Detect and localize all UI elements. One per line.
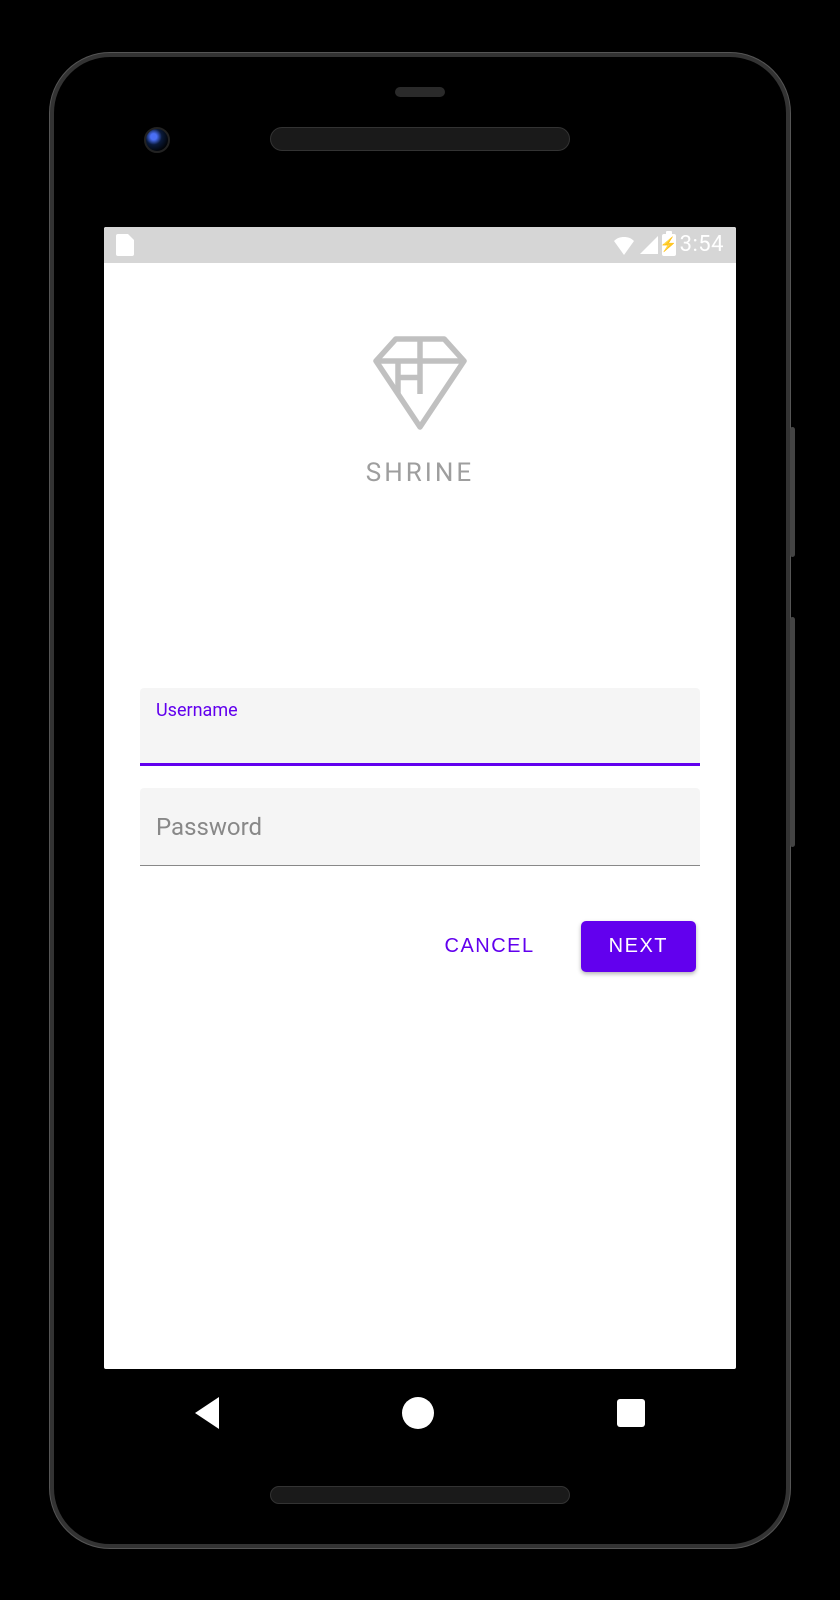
back-button-icon[interactable]: [195, 1397, 219, 1429]
status-time: 3:54: [680, 232, 724, 257]
signal-icon: [640, 236, 658, 254]
front-camera: [144, 127, 170, 153]
speaker-top: [270, 127, 570, 151]
password-placeholder: Password: [156, 813, 684, 841]
app-title: SHRINE: [366, 458, 474, 488]
status-bar: ⚡ 3:54: [104, 227, 736, 263]
button-row: CANCEL NEXT: [140, 921, 700, 972]
username-label: Username: [156, 700, 684, 721]
recent-apps-button-icon[interactable]: [617, 1399, 645, 1427]
side-button-1: [790, 427, 795, 557]
phone-frame: ⚡ 3:54 SHRINE: [50, 53, 790, 1548]
username-field[interactable]: Username: [140, 688, 700, 766]
diamond-icon: [365, 333, 475, 433]
password-field[interactable]: Password: [140, 788, 700, 866]
app-content: SHRINE Username Password CANCEL NEXT: [104, 263, 736, 1369]
next-button[interactable]: NEXT: [581, 921, 696, 972]
side-button-2: [790, 617, 795, 847]
android-nav-bar: [104, 1377, 736, 1449]
status-left: [116, 234, 134, 256]
cancel-button[interactable]: CANCEL: [417, 921, 563, 972]
battery-bolt-icon: ⚡: [660, 238, 677, 252]
login-form: Username Password CANCEL NEXT: [134, 688, 706, 972]
logo-section: SHRINE: [365, 333, 475, 488]
sd-card-icon: [116, 234, 134, 256]
screen: ⚡ 3:54 SHRINE: [104, 227, 736, 1369]
home-button-icon[interactable]: [402, 1397, 434, 1429]
wifi-icon: [612, 235, 636, 255]
username-input[interactable]: [156, 725, 684, 751]
status-right: ⚡ 3:54: [612, 232, 724, 257]
battery-icon: ⚡: [662, 234, 676, 256]
speaker-bottom: [270, 1486, 570, 1504]
earpiece-dot: [395, 87, 445, 97]
